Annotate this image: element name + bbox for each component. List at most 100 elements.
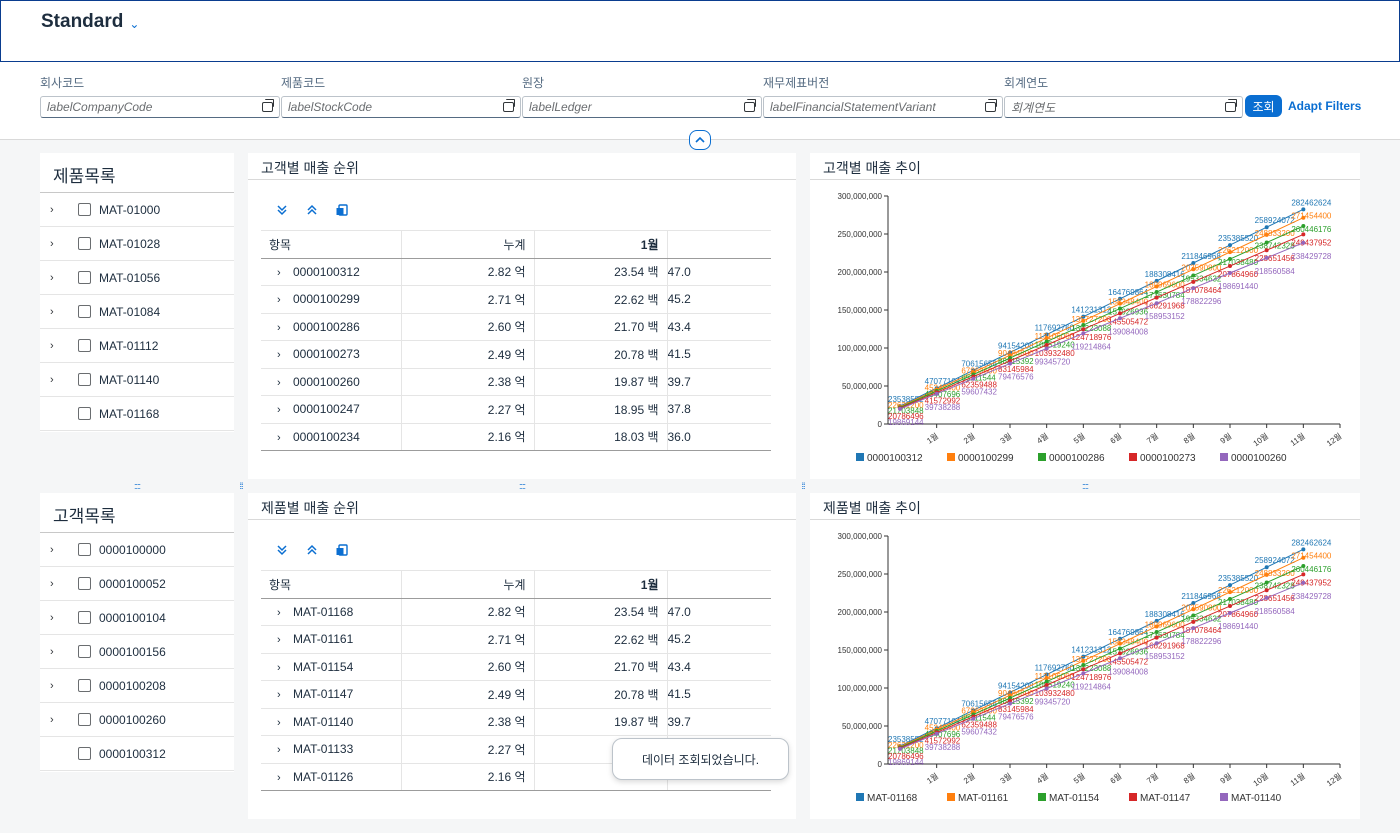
row-expand-icon[interactable]: › [277, 607, 293, 619]
stock-code-input[interactable]: labelStockCode [281, 96, 521, 118]
column-header[interactable]: 누계 [401, 230, 535, 259]
tree-item[interactable]: › 0000100000 [40, 533, 234, 567]
row-expand-icon[interactable]: › [277, 717, 293, 729]
tree-checkbox[interactable] [78, 339, 91, 352]
expand-chevron-icon[interactable]: › [50, 544, 66, 556]
column-header[interactable]: 1월 [534, 570, 668, 599]
expand-chevron-icon[interactable]: › [50, 374, 66, 386]
value-help-icon[interactable] [985, 99, 997, 112]
tree-checkbox[interactable] [78, 271, 91, 284]
collapse-header-button[interactable] [689, 130, 711, 150]
expand-all-icon[interactable] [275, 543, 289, 557]
variant-selector[interactable]: Standard ⌄ [41, 11, 139, 33]
expand-chevron-icon[interactable]: › [50, 204, 66, 216]
table-row[interactable]: › 0000100299 2.71 억 22.62 백 45.2 [261, 285, 771, 314]
table-row[interactable]: › 0000100247 2.27 억 18.95 백 37.8 [261, 395, 771, 424]
row-expand-icon[interactable]: › [277, 432, 293, 444]
expand-chevron-icon[interactable]: › [50, 272, 66, 284]
expand-chevron-icon[interactable]: › [50, 238, 66, 250]
go-button[interactable]: 조회 [1245, 95, 1282, 117]
expand-chevron-icon[interactable]: › [50, 578, 66, 590]
export-icon[interactable] [335, 543, 349, 557]
row-expand-icon[interactable]: › [277, 267, 293, 279]
tree-checkbox[interactable] [78, 611, 91, 624]
row-expand-icon[interactable]: › [277, 744, 293, 756]
row-expand-icon[interactable]: › [277, 772, 293, 784]
row-expand-icon[interactable]: › [277, 349, 293, 361]
tree-checkbox[interactable] [78, 305, 91, 318]
column-header[interactable]: 1월 [534, 230, 668, 259]
table-row[interactable]: › MAT-01147 2.49 억 20.78 백 41.5 [261, 680, 771, 709]
tree-item[interactable]: › 0000100052 [40, 567, 234, 601]
table-row[interactable]: › MAT-01154 2.60 억 21.70 백 43.4 [261, 653, 771, 681]
tree-item[interactable]: › MAT-01112 [40, 329, 234, 363]
expand-chevron-icon[interactable]: › [50, 612, 66, 624]
tree-item[interactable]: › 0000100104 [40, 601, 234, 635]
expand-chevron-icon[interactable]: › [50, 646, 66, 658]
tree-checkbox[interactable] [78, 577, 91, 590]
expand-chevron-icon[interactable]: › [50, 340, 66, 352]
tree-checkbox[interactable] [78, 237, 91, 250]
adapt-filters-button[interactable]: Adapt Filters [1288, 99, 1361, 113]
expand-chevron-icon[interactable]: › [50, 680, 66, 692]
tree-item[interactable]: › MAT-01028 [40, 227, 234, 261]
row-expand-icon[interactable]: › [277, 377, 293, 389]
column-header[interactable]: 항목 [261, 230, 402, 259]
splitter-vertical-1[interactable]: ⁞⁞ [236, 153, 246, 819]
table-row[interactable]: › 0000100260 2.38 억 19.87 백 39.7 [261, 368, 771, 396]
row-expand-icon[interactable]: › [277, 634, 293, 646]
value-help-icon[interactable] [1225, 99, 1237, 112]
splitter-middle[interactable]: :::: [248, 480, 796, 492]
tree-item[interactable]: › 0000100208 [40, 669, 234, 703]
fs-variant-input[interactable]: labelFinancialStatementVariant [763, 96, 1003, 118]
table-row[interactable]: › MAT-01168 2.82 억 23.54 백 47.0 [261, 598, 771, 626]
chevron-down-icon[interactable]: ⌄ [129, 17, 139, 31]
expand-chevron-icon[interactable]: › [50, 306, 66, 318]
value-help-icon[interactable] [262, 99, 274, 112]
row-expand-icon[interactable]: › [277, 689, 293, 701]
tree-checkbox[interactable] [78, 645, 91, 658]
tree-item[interactable]: MAT-01168 [40, 397, 234, 431]
value-help-icon[interactable] [503, 99, 515, 112]
company-code-input[interactable]: labelCompanyCode [40, 96, 280, 118]
tree-checkbox[interactable] [78, 713, 91, 726]
row-expand-icon[interactable]: › [277, 322, 293, 334]
expand-all-icon[interactable] [275, 203, 289, 217]
tree-checkbox[interactable] [78, 373, 91, 386]
table-row[interactable]: › MAT-01140 2.38 억 19.87 백 39.7 [261, 708, 771, 736]
value-help-icon[interactable] [744, 99, 756, 112]
ledger-input[interactable]: labelLedger [522, 96, 762, 118]
tree-checkbox[interactable] [78, 203, 91, 216]
column-header[interactable] [667, 230, 771, 259]
column-header[interactable]: 누계 [401, 570, 535, 599]
table-row[interactable]: › MAT-01161 2.71 억 22.62 백 45.2 [261, 625, 771, 654]
tree-checkbox[interactable] [78, 407, 91, 420]
tree-item[interactable]: › MAT-01140 [40, 363, 234, 397]
table-row[interactable]: › 0000100234 2.16 억 18.03 백 36.0 [261, 423, 771, 451]
row-expand-icon[interactable]: › [277, 662, 293, 674]
tree-item[interactable]: › 0000100156 [40, 635, 234, 669]
table-row[interactable]: › 0000100273 2.49 억 20.78 백 41.5 [261, 340, 771, 369]
column-header[interactable]: 항목 [261, 570, 402, 599]
tree-item[interactable]: › MAT-01056 [40, 261, 234, 295]
tree-checkbox[interactable] [78, 543, 91, 556]
column-header[interactable] [667, 570, 771, 599]
tree-item[interactable]: › MAT-01000 [40, 193, 234, 227]
splitter-vertical-2[interactable]: ⁞⁞ [798, 153, 808, 819]
tree-item[interactable]: › 0000100260 [40, 703, 234, 737]
table-row[interactable]: › 0000100312 2.82 억 23.54 백 47.0 [261, 258, 771, 286]
tree-item[interactable]: › MAT-01084 [40, 295, 234, 329]
tree-checkbox[interactable] [78, 679, 91, 692]
fiscal-year-input[interactable]: 회계연도 [1004, 96, 1243, 118]
splitter-left[interactable]: :::: [40, 480, 234, 492]
row-expand-icon[interactable]: › [277, 404, 293, 416]
expand-chevron-icon[interactable]: › [50, 714, 66, 726]
splitter-right[interactable]: :::: [810, 480, 1360, 492]
tree-checkbox[interactable] [78, 747, 91, 760]
row-expand-icon[interactable]: › [277, 294, 293, 306]
tree-item[interactable]: 0000100312 [40, 737, 234, 771]
table-row[interactable]: › 0000100286 2.60 억 21.70 백 43.4 [261, 313, 771, 341]
export-icon[interactable] [335, 203, 349, 217]
collapse-all-icon[interactable] [305, 203, 319, 217]
collapse-all-icon[interactable] [305, 543, 319, 557]
